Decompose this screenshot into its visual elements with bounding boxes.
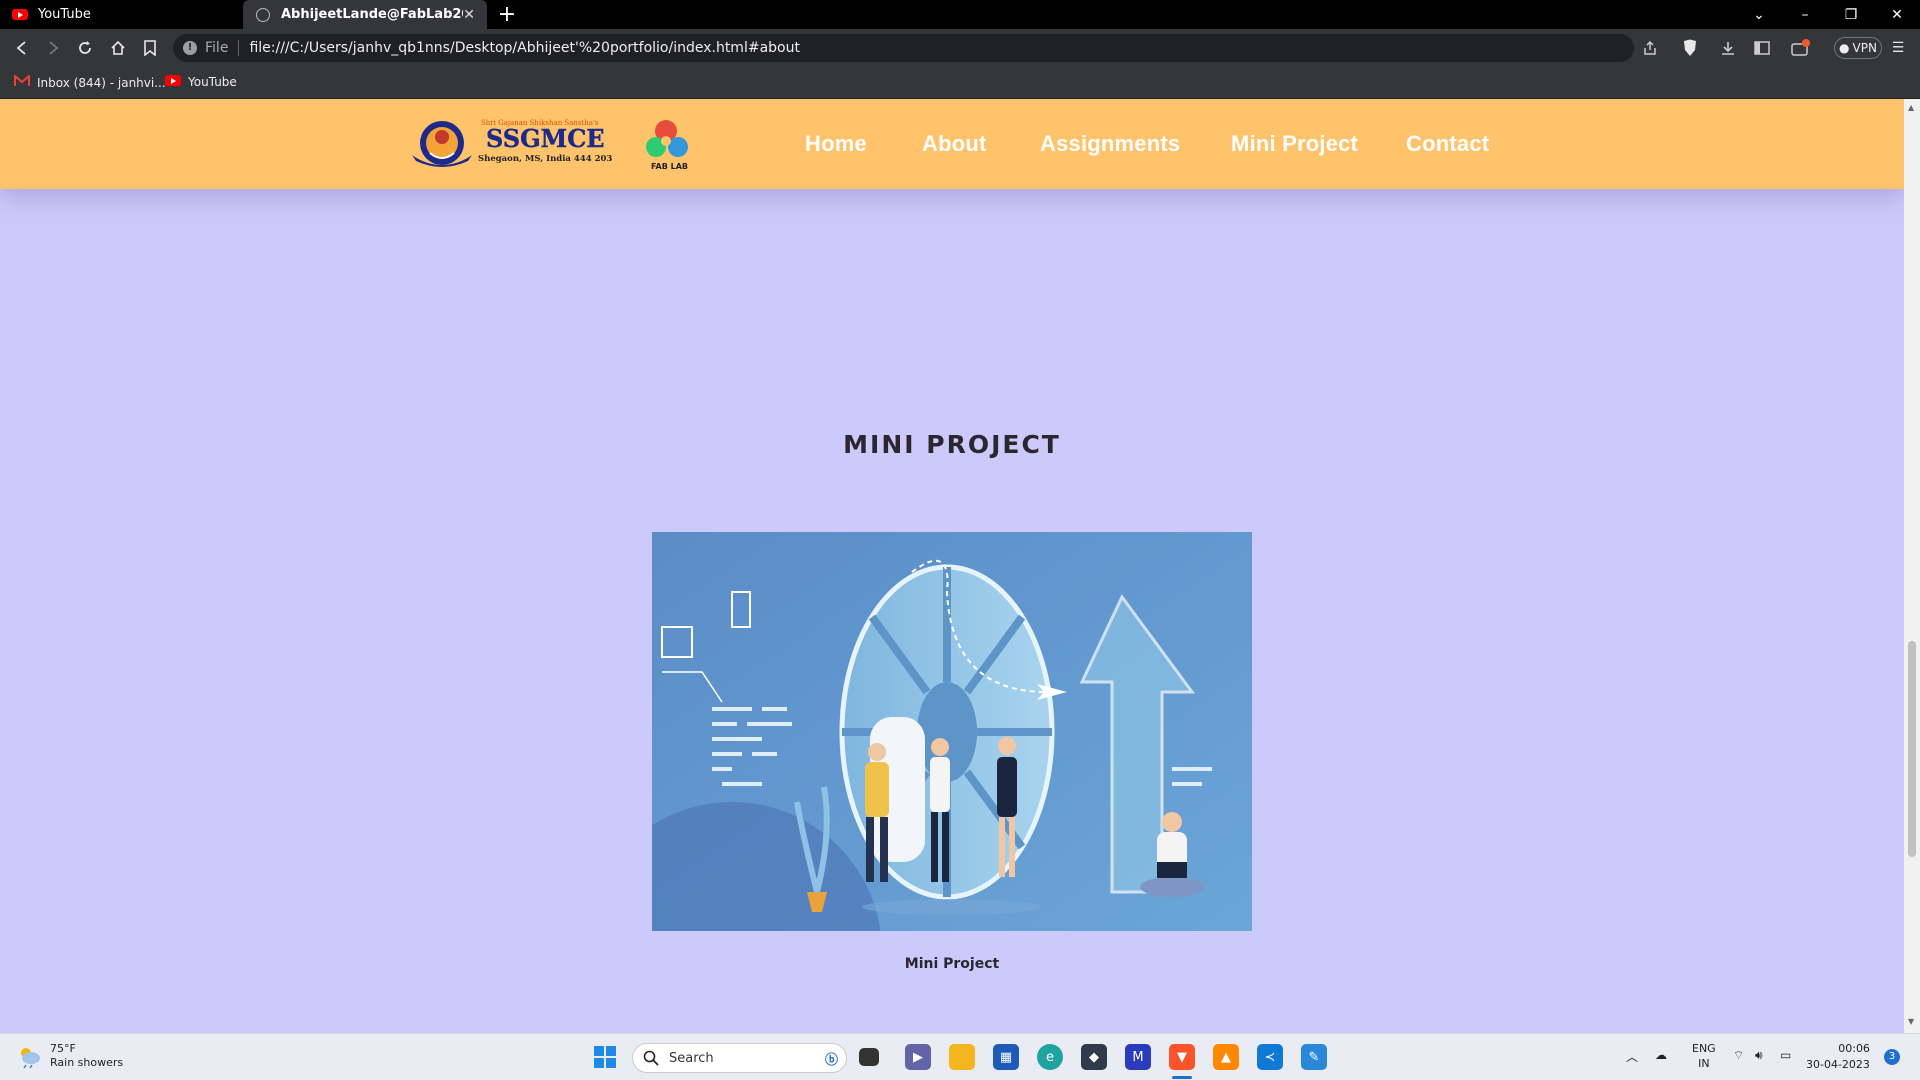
- new-tab-button[interactable]: +: [495, 2, 519, 27]
- lang-bottom: IN: [1698, 1057, 1710, 1070]
- wifi-icon[interactable]: ⌔: [1733, 1048, 1744, 1063]
- youtube-icon: [12, 7, 28, 23]
- bookmark-label: Inbox (844) - janhvi...: [37, 75, 166, 90]
- microsoft-store-icon[interactable]: ▦: [993, 1044, 1019, 1070]
- close-tab-icon[interactable]: ✕: [463, 7, 475, 23]
- address-bar[interactable]: ! File file:///C:/Users/janhv_qb1nns/Des…: [173, 34, 1634, 62]
- m-app-icon[interactable]: M: [1125, 1044, 1151, 1070]
- windows-taskbar: 75°F Rain showers Search ⓑ ▶ ▦ e ◆ M ▼ ▲…: [0, 1033, 1920, 1080]
- forward-button[interactable]: [43, 38, 63, 58]
- scroll-down-icon[interactable]: ▼: [1908, 1017, 1914, 1026]
- app-tool-icon[interactable]: ✎: [1301, 1044, 1327, 1070]
- section-title: MINI PROJECT: [843, 430, 1061, 459]
- nav-home[interactable]: Home: [805, 131, 867, 157]
- ssgmce-fablab-logo[interactable]: Shri Gajanan Shikshan Sanstha's SSGMCE S…: [408, 117, 708, 173]
- web-page: Shri Gajanan Shikshan Sanstha's SSGMCE S…: [0, 99, 1904, 1033]
- show-hidden-icons-chevron-icon[interactable]: ︿: [1626, 1048, 1638, 1065]
- lang-top: ENG: [1692, 1042, 1716, 1055]
- minimize-button[interactable]: –: [1782, 0, 1828, 29]
- brave-shield-icon[interactable]: [1680, 38, 1700, 58]
- restore-button[interactable]: ❐: [1828, 0, 1874, 29]
- active-app-indicator: [1172, 1076, 1192, 1079]
- nav-mini-project[interactable]: Mini Project: [1231, 131, 1358, 157]
- site-nav: Mini Project: [1231, 99, 1358, 189]
- volume-icon[interactable]: 🔊︎: [1755, 1048, 1763, 1063]
- task-view-icon[interactable]: [859, 1048, 879, 1066]
- teams-chat-icon[interactable]: ▶: [905, 1044, 931, 1070]
- vpn-button[interactable]: ● VPN: [1834, 37, 1882, 59]
- vpn-label: VPN: [1852, 41, 1877, 55]
- vlc-player-icon[interactable]: ▲: [1213, 1044, 1239, 1070]
- vscode-icon[interactable]: ≺: [1257, 1044, 1283, 1070]
- download-icon[interactable]: [1718, 38, 1738, 58]
- weather-condition: Rain showers: [50, 1056, 124, 1069]
- weather-widget[interactable]: 75°F Rain showers: [16, 1042, 123, 1070]
- url-text[interactable]: file:///C:/Users/janhv_qb1nns/Desktop/Ab…: [249, 40, 800, 56]
- weather-temp: 75°F: [50, 1042, 76, 1055]
- globe-icon: [255, 7, 271, 23]
- brave-browser-icon[interactable]: ▼: [1169, 1044, 1195, 1070]
- site-nav: Contact: [1406, 99, 1489, 189]
- sidebar-icon[interactable]: [1752, 38, 1772, 58]
- browser-tab-bar: YouTube AbhijeetLande@FabLab2023 ✕ + ⌄ –…: [0, 0, 1920, 29]
- fablab-label: FAB LAB: [651, 162, 688, 171]
- battery-icon[interactable]: ▭: [1780, 1048, 1791, 1062]
- youtube-icon: [165, 75, 181, 89]
- tab-search-chevron-icon[interactable]: ⌄: [1736, 0, 1782, 29]
- gmail-icon: [14, 73, 30, 90]
- site-nav: Home: [805, 99, 867, 189]
- nav-about[interactable]: About: [922, 131, 987, 157]
- scroll-up-icon[interactable]: ▲: [1908, 103, 1914, 112]
- window-close-button[interactable]: ✕: [1874, 0, 1920, 29]
- site-nav: Assignments: [1040, 99, 1180, 189]
- mini-project-image[interactable]: [652, 532, 1252, 931]
- tab-portfolio[interactable]: AbhijeetLande@FabLab2023 ✕: [243, 0, 487, 29]
- windows-start-icon[interactable]: [592, 1044, 618, 1070]
- url-scheme-label: File: [205, 40, 240, 56]
- weather-rain-icon: [21, 1048, 40, 1069]
- bookmarks-bar: Inbox (844) - janhvi... YouTube: [0, 67, 1920, 99]
- edge-browser-icon[interactable]: e: [1037, 1044, 1063, 1070]
- search-placeholder: Search: [669, 1050, 714, 1066]
- nav-contact[interactable]: Contact: [1406, 131, 1489, 157]
- bookmark-youtube[interactable]: YouTube: [165, 75, 237, 89]
- page-scrollbar[interactable]: ▲ ▼: [1904, 99, 1920, 1033]
- tab-title: YouTube: [38, 7, 91, 22]
- language-indicator[interactable]: ENG IN: [1692, 1041, 1716, 1071]
- site-nav: About: [922, 99, 987, 189]
- reload-button[interactable]: [75, 38, 95, 58]
- bookmark-label: YouTube: [188, 75, 237, 89]
- browser-toolbar: ! File file:///C:/Users/janhv_qb1nns/Des…: [0, 29, 1920, 67]
- search-icon: [643, 1050, 659, 1066]
- image-caption: Mini Project: [904, 956, 1000, 972]
- file-explorer-icon[interactable]: [949, 1044, 975, 1070]
- tab-title: AbhijeetLande@FabLab2023: [281, 7, 463, 22]
- share-icon[interactable]: [1640, 38, 1660, 58]
- logo-address: Shegaon, MS, India 444 203: [478, 154, 612, 164]
- taskbar-search[interactable]: Search ⓑ: [632, 1043, 847, 1073]
- fablab-icon: [646, 120, 688, 157]
- app-cube-icon[interactable]: ◆: [1081, 1044, 1107, 1070]
- onedrive-cloud-icon[interactable]: ☁: [1655, 1048, 1667, 1062]
- logo-name: SSGMCE: [486, 124, 605, 153]
- system-clock[interactable]: 00:06 30-04-2023: [1806, 1041, 1870, 1073]
- site-header: Shri Gajanan Shikshan Sanstha's SSGMCE S…: [0, 99, 1904, 189]
- bookmark-icon[interactable]: [140, 38, 160, 58]
- menu-icon[interactable]: ☰: [1888, 38, 1908, 58]
- tab-youtube[interactable]: YouTube: [0, 0, 243, 29]
- wallet-icon[interactable]: [1791, 38, 1811, 58]
- info-icon[interactable]: !: [183, 41, 197, 55]
- clock-time: 00:06: [1838, 1042, 1870, 1055]
- back-button[interactable]: [12, 38, 32, 58]
- bing-icon[interactable]: ⓑ: [825, 1049, 838, 1068]
- notification-badge[interactable]: 3: [1884, 1049, 1900, 1065]
- scrollbar-thumb[interactable]: [1908, 641, 1916, 857]
- nav-assignments[interactable]: Assignments: [1040, 131, 1180, 157]
- clock-date: 30-04-2023: [1806, 1058, 1870, 1071]
- home-button[interactable]: [108, 38, 128, 58]
- bookmark-gmail[interactable]: Inbox (844) - janhvi...: [14, 73, 166, 90]
